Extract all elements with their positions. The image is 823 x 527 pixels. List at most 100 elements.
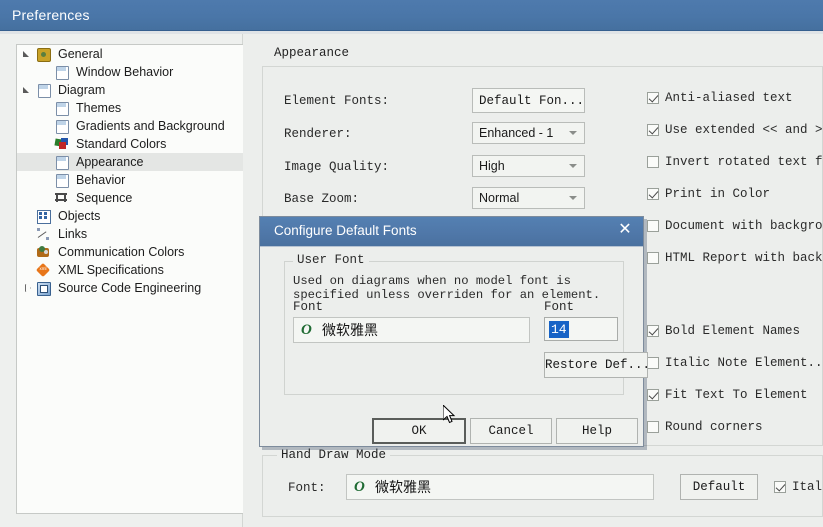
checkbox-bold-element-names[interactable]: Bold Element Names xyxy=(647,324,800,338)
chevron-down-icon xyxy=(569,196,577,200)
checkbox-label: Invert rotated text f xyxy=(665,155,823,169)
chevron-down-icon xyxy=(569,131,577,135)
sidebar-item-standard-colors[interactable]: Standard Colors xyxy=(17,135,243,153)
xml-icon xyxy=(35,262,53,278)
checkbox-checked-icon xyxy=(647,188,659,200)
page-icon xyxy=(53,154,71,170)
preferences-tree[interactable]: General Window Behavior Diagram Themes Gradi… xyxy=(16,44,243,514)
sidebar-item-objects[interactable]: Objects xyxy=(17,207,243,225)
hand-draw-font-combo[interactable]: O 微软雅黑 xyxy=(346,474,654,500)
ok-button[interactable]: OK xyxy=(372,418,466,444)
opentype-font-icon: O xyxy=(354,478,365,495)
gear-icon xyxy=(35,46,53,62)
checkbox-box xyxy=(647,357,659,369)
sidebar-item-diagram[interactable]: Diagram xyxy=(17,81,243,99)
checkbox-label: Use extended << and > xyxy=(665,123,823,137)
collapse-arrow-icon[interactable] xyxy=(21,81,35,99)
dialog-body: User Font Used on diagrams when no model… xyxy=(260,246,648,446)
restore-defaults-button[interactable]: Restore Def... xyxy=(544,352,648,378)
sidebar-item-communication-colors[interactable]: Communication Colors xyxy=(17,243,243,261)
sidebar-item-label: Themes xyxy=(76,101,122,115)
sidebar-item-themes[interactable]: Themes xyxy=(17,99,243,117)
chevron-down-icon xyxy=(569,164,577,168)
collapse-arrow-icon[interactable] xyxy=(21,45,35,63)
hand-draw-font-label: Font: xyxy=(288,481,326,495)
checkbox-document-with-backgro[interactable]: Document with backgro xyxy=(647,219,823,233)
user-font-description: Used on diagrams when no model font is s… xyxy=(293,274,601,302)
window-title: Preferences xyxy=(12,7,90,23)
sidebar-item-behavior[interactable]: Behavior xyxy=(17,171,243,189)
dialog-font-size-combo[interactable]: 14 xyxy=(544,317,618,341)
base-zoom-value: Normal xyxy=(479,191,520,205)
image-quality-combo[interactable]: High xyxy=(472,155,585,177)
checkbox-print-in-color[interactable]: Print in Color xyxy=(647,187,770,201)
checkbox-label: Italic Note Element... xyxy=(665,356,823,370)
sidebar-item-label: XML Specifications xyxy=(58,263,164,277)
sidebar-item-label: Standard Colors xyxy=(76,137,167,151)
window-titlebar: Preferences xyxy=(0,0,823,31)
checkbox-fit-text-to-element[interactable]: Fit Text To Element xyxy=(647,388,808,402)
checkbox-label: Anti-aliased text xyxy=(665,91,793,105)
sidebar-item-label: Source Code Engineering xyxy=(58,281,202,295)
checkbox-checked-icon xyxy=(647,325,659,337)
checkbox-label: HTML Report with back xyxy=(665,251,823,265)
base-zoom-combo[interactable]: Normal xyxy=(472,187,585,209)
checkbox-box xyxy=(647,156,659,168)
page-icon xyxy=(53,172,71,188)
checkbox-box xyxy=(774,481,786,493)
dialog-font-size-value: 14 xyxy=(549,320,569,338)
dialog-font-value: 微软雅黑 xyxy=(322,323,378,339)
checkbox-use-extended-and[interactable]: Use extended << and > xyxy=(647,123,823,137)
expand-arrow-icon[interactable] xyxy=(21,279,35,297)
dialog-font-label: Font xyxy=(293,300,324,314)
checkbox-checked-icon xyxy=(647,92,659,104)
checkbox-invert-rotated-text-f[interactable]: Invert rotated text f xyxy=(647,155,823,169)
sidebar-item-xml-specifications[interactable]: XML Specifications xyxy=(17,261,243,279)
checkbox-round-corners[interactable]: Round corners xyxy=(647,420,763,434)
sidebar-item-label: Window Behavior xyxy=(76,65,174,79)
sidebar-item-window-behavior[interactable]: Window Behavior xyxy=(17,63,243,81)
sidebar-item-label: Appearance xyxy=(76,155,144,169)
checkbox-box xyxy=(647,421,659,433)
page-icon xyxy=(53,100,71,116)
hand-draw-default-button[interactable]: Default xyxy=(680,474,758,500)
sidebar-item-source-code-engineering[interactable]: Source Code Engineering xyxy=(17,279,243,297)
checkbox-italic-note-element[interactable]: Italic Note Element... xyxy=(647,356,823,370)
base-zoom-label: Base Zoom: xyxy=(284,192,360,206)
cancel-button[interactable]: Cancel xyxy=(470,418,552,444)
renderer-value: Enhanced - 1 xyxy=(479,126,554,140)
element-fonts-label: Element Fonts: xyxy=(284,94,390,108)
sidebar-item-general[interactable]: General xyxy=(17,45,243,63)
image-quality-value: High xyxy=(479,159,505,173)
sidebar-item-label: Behavior xyxy=(76,173,126,187)
sidebar-item-appearance[interactable]: Appearance xyxy=(17,153,243,171)
checkbox-anti-aliased-text[interactable]: Anti-aliased text xyxy=(647,91,793,105)
sidebar-item-label: Gradients and Background xyxy=(76,119,225,133)
close-icon[interactable]: ✕ xyxy=(615,220,635,240)
help-button[interactable]: Help xyxy=(556,418,638,444)
hand-draw-font-value: 微软雅黑 xyxy=(375,480,431,496)
sidebar-item-links[interactable]: Links xyxy=(17,225,243,243)
preferences-window: Preferences General Window Behavior Diagra… xyxy=(0,0,823,527)
hand-draw-legend: Hand Draw Mode xyxy=(277,448,391,462)
hand-draw-italic-checkbox[interactable]: Ital xyxy=(774,480,822,494)
sidebar-item-gradients-and-background[interactable]: Gradients and Background xyxy=(17,117,243,135)
checkbox-html-report-with-back[interactable]: HTML Report with back xyxy=(647,251,823,265)
dialog-title: Configure Default Fonts xyxy=(274,223,417,238)
page-icon xyxy=(53,64,71,80)
sidebar-item-label: Sequence xyxy=(76,191,133,205)
sidebar-item-sequence[interactable]: Sequence xyxy=(17,189,243,207)
element-fonts-button[interactable]: Default Fon... xyxy=(472,88,585,113)
dialog-font-combo[interactable]: O 微软雅黑 xyxy=(293,317,530,343)
objects-icon xyxy=(35,208,53,224)
renderer-combo[interactable]: Enhanced - 1 xyxy=(472,122,585,144)
